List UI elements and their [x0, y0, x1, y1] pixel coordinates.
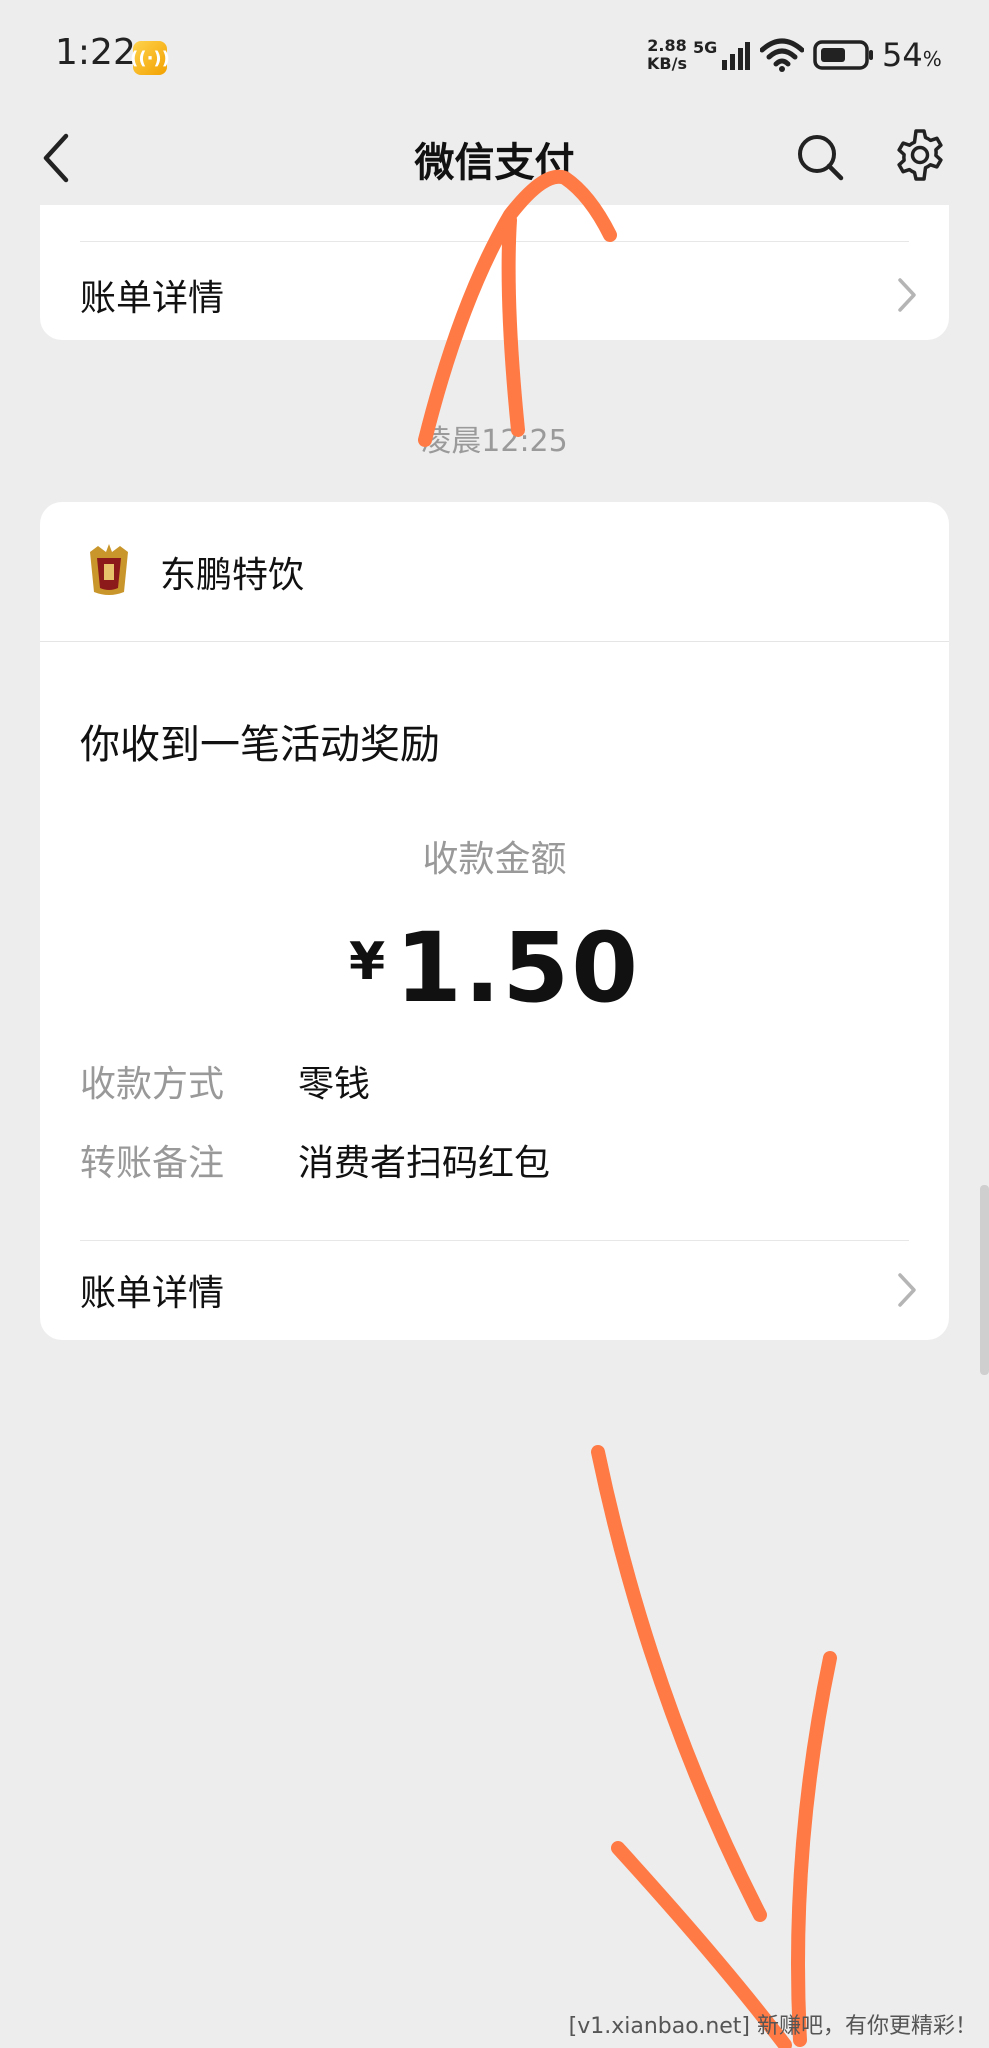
scrollbar-thumb[interactable]: [980, 1185, 989, 1375]
network-speed: 2.88 KB/s: [647, 38, 687, 74]
gear-icon[interactable]: [893, 128, 947, 182]
wifi-icon: [760, 38, 804, 72]
nav-bar: 微信支付: [0, 110, 989, 210]
divider: [40, 641, 949, 642]
notification-app-icon: ((·)): [130, 41, 170, 75]
chevron-right-icon: [898, 1273, 916, 1307]
divider: [80, 1240, 909, 1241]
bill-details-row[interactable]: 账单详情: [80, 255, 919, 335]
detail-value: 零钱: [298, 1064, 371, 1105]
chevron-right-icon: [898, 278, 916, 312]
currency-symbol: ¥: [348, 932, 386, 992]
detail-row-payment-method: 收款方式 零钱: [80, 1055, 370, 1107]
annotation-arrow-down: [591, 1445, 837, 2048]
message-timestamp: 凌晨12:25: [421, 424, 568, 459]
network-speed-unit: KB/s: [647, 54, 687, 73]
detail-row-transfer-note: 转账备注 消费者扫码红包: [80, 1134, 550, 1186]
status-bar: 1:22 ((·)) 2.88 KB/s 5G 54%: [0, 0, 989, 110]
signal-icon: [722, 42, 750, 70]
amount-number: 1.50: [395, 912, 641, 1024]
payment-message-card[interactable]: 东鹏特饮 你收到一笔活动奖励 收款金额 ¥1.50 收款方式 零钱 转账备注 消费者…: [40, 502, 949, 1340]
watermark-text: [v1.xianbao.net] 新赚吧，有你更精彩！: [568, 2014, 977, 2039]
detail-key: 收款方式: [80, 1064, 225, 1105]
previous-message-card: 账单详情: [40, 205, 949, 340]
battery-percent: 54%: [882, 36, 942, 74]
bill-details-label: 账单详情: [80, 278, 225, 319]
detail-key: 转账备注: [80, 1143, 225, 1184]
merchant-logo-icon: [90, 544, 128, 595]
message-title: 你收到一笔活动奖励: [80, 722, 440, 768]
amount-label: 收款金额: [422, 839, 567, 880]
detail-value: 消费者扫码红包: [298, 1143, 551, 1184]
divider: [80, 241, 909, 242]
amount-value: ¥1.50: [40, 912, 949, 1024]
bill-details-row[interactable]: 账单详情: [80, 1250, 919, 1330]
merchant-name: 东鹏特饮: [160, 555, 305, 596]
bill-details-label: 账单详情: [80, 1273, 225, 1314]
battery-icon: [813, 40, 873, 70]
search-icon[interactable]: [795, 132, 845, 182]
status-time: 1:22: [55, 32, 136, 73]
